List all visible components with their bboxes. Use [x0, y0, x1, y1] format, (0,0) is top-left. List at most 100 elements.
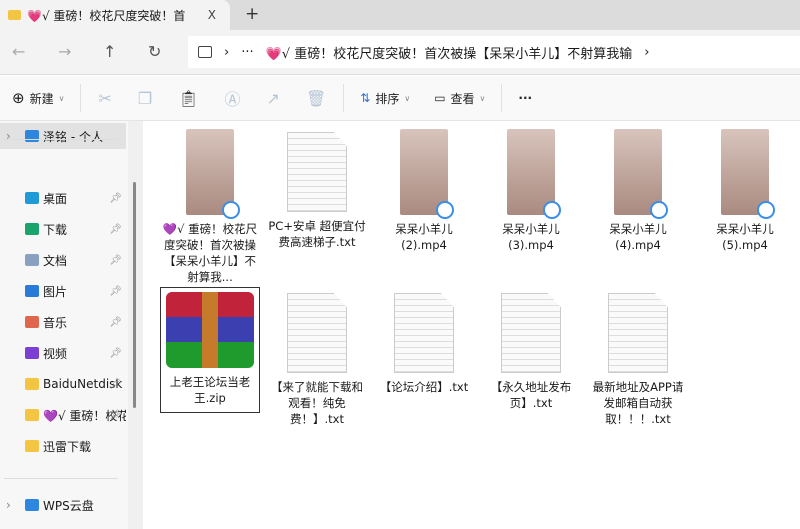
- file-name: 呆呆小羊儿(4).mp4: [609, 222, 667, 252]
- sort-icon: ⇅: [360, 91, 371, 105]
- close-tab-button[interactable]: X: [208, 8, 216, 22]
- cut-icon[interactable]: ✂: [85, 89, 124, 108]
- file-item[interactable]: 呆呆小羊儿(5).mp4: [695, 129, 795, 253]
- view-button[interactable]: ▭ 查看 ∨: [422, 90, 497, 107]
- text-file-icon: [394, 293, 454, 373]
- pin-icon[interactable]: 📌︎: [109, 348, 122, 359]
- file-item[interactable]: 【论坛介绍】.txt: [374, 287, 474, 395]
- paste-icon[interactable]: 📋︎: [165, 89, 211, 108]
- refresh-button[interactable]: ↻: [148, 42, 161, 61]
- pin-icon[interactable]: 📌︎: [109, 224, 122, 235]
- video-thumbnail: [721, 129, 775, 219]
- pin-icon[interactable]: 📌︎: [109, 255, 122, 266]
- sort-button[interactable]: ⇅ 排序 ∨: [348, 90, 422, 107]
- new-tab-button[interactable]: +: [245, 4, 259, 24]
- sidebar-item[interactable]: BaiduNetdisk 📌︎: [0, 371, 126, 397]
- sidebar-label: 下载: [43, 222, 68, 237]
- view-icon: ▭: [434, 91, 446, 105]
- sidebar-label: 泽铭 - 个人: [43, 129, 103, 144]
- pin-icon[interactable]: 📌︎: [109, 317, 122, 328]
- player-badge-icon: [436, 201, 454, 219]
- sidebar-icon: [25, 254, 39, 266]
- sidebar-icon: [25, 378, 39, 390]
- text-file-icon: [287, 132, 347, 212]
- sidebar-icon: [25, 192, 39, 204]
- sidebar-label: 图片: [43, 284, 68, 299]
- sidebar-item[interactable]: 💜√ 重磅！校花 📌︎: [0, 402, 126, 428]
- divider: [4, 478, 118, 479]
- file-view: 💜√ 重磅！校花尺度突破！首次被操【呆呆小羊儿】不射算我... PC+安卓 超便宜…: [143, 121, 800, 529]
- file-item[interactable]: 💜√ 重磅！校花尺度突破！首次被操【呆呆小羊儿】不射算我...: [160, 129, 260, 285]
- player-badge-icon: [757, 201, 775, 219]
- pin-icon[interactable]: 📌︎: [109, 193, 122, 204]
- video-thumbnail: [507, 129, 561, 219]
- sidebar-item[interactable]: 音乐 📌︎: [0, 309, 126, 335]
- new-button[interactable]: ⊕ 新建 ∨: [0, 89, 76, 107]
- more-options-button[interactable]: ···: [506, 91, 544, 105]
- winrar-archive-icon: [166, 292, 254, 368]
- file-name: PC+安卓 超便宜付费高速梯子.txt: [268, 219, 366, 249]
- divider: [4, 139, 118, 140]
- plus-circle-icon: ⊕: [12, 89, 25, 107]
- sidebar-item[interactable]: › 泽铭 - 个人: [0, 123, 126, 149]
- breadcrumb-more[interactable]: ···: [241, 45, 253, 60]
- file-item[interactable]: 呆呆小羊儿(4).mp4: [588, 129, 688, 253]
- text-file-icon: [501, 293, 561, 373]
- forward-button[interactable]: →: [58, 42, 71, 61]
- sidebar-icon: [25, 347, 39, 359]
- file-item[interactable]: 【永久地址发布页】.txt: [481, 287, 581, 411]
- sidebar-icon: [25, 285, 39, 297]
- sidebar-item[interactable]: 图片 📌︎: [0, 278, 126, 304]
- sidebar-item[interactable]: › WPS云盘: [0, 492, 126, 518]
- file-item[interactable]: 【来了就能下载和观看！纯免费！】.txt: [267, 287, 367, 427]
- pin-icon[interactable]: 📌︎: [109, 286, 122, 297]
- file-item[interactable]: PC+安卓 超便宜付费高速梯子.txt: [267, 129, 367, 250]
- delete-icon[interactable]: 🗑︎: [293, 89, 339, 108]
- navigation-pane: › 泽铭 - 个人 桌面 📌︎ 下载 📌︎ 文档 📌︎ 图片 📌︎ 音乐 📌︎ 视频 📌︎ BaiduNet…: [0, 121, 128, 529]
- sidebar-icon: [25, 130, 39, 142]
- file-item[interactable]: 呆呆小羊儿(2).mp4: [374, 129, 474, 253]
- file-item[interactable]: 上老王论坛当老王.zip: [160, 287, 260, 413]
- rename-icon[interactable]: Ⓐ: [212, 86, 254, 110]
- sidebar-item[interactable]: 文档 📌︎: [0, 247, 126, 273]
- file-name: 💜√ 重磅！校花尺度突破！首次被操【呆呆小羊儿】不射算我...: [162, 222, 258, 284]
- pin-icon[interactable]: 📌︎: [109, 410, 122, 421]
- sidebar-item[interactable]: 迅雷下载: [0, 433, 126, 459]
- sidebar-item[interactable]: 下载 📌︎: [0, 216, 126, 242]
- sidebar-icon: [25, 440, 39, 452]
- command-bar: ⊕ 新建 ∨ ✂ ❐ 📋︎ Ⓐ ↗ 🗑︎ ⇅ 排序 ∨ ▭ 查看 ∨ ···: [0, 76, 800, 121]
- breadcrumb-current[interactable]: 💗√ 重磅！校花尺度突破！首次被操【呆呆小羊儿】不射算我输: [266, 43, 633, 62]
- sidebar-item[interactable]: 视频 📌︎: [0, 340, 126, 366]
- video-thumbnail: [614, 129, 668, 219]
- file-name: 【论坛介绍】.txt: [379, 380, 469, 394]
- tab-title: 💗√ 重磅！校花尺度突破！首: [27, 8, 186, 23]
- up-button[interactable]: ↑: [103, 42, 116, 61]
- breadcrumb-chevron[interactable]: ›: [644, 45, 649, 60]
- file-item[interactable]: 呆呆小羊儿(3).mp4: [481, 129, 581, 253]
- computer-icon: [198, 46, 212, 58]
- sidebar-label: 桌面: [43, 191, 68, 206]
- sidebar-item[interactable]: 桌面 📌︎: [0, 185, 126, 211]
- tab-bar: 💗√ 重磅！校花尺度突破！首 X +: [0, 0, 800, 30]
- text-file-icon: [608, 293, 668, 373]
- breadcrumb-separator: ›: [224, 44, 230, 60]
- sidebar-icon: [25, 409, 39, 421]
- tab-active[interactable]: 💗√ 重磅！校花尺度突破！首 X: [0, 0, 230, 30]
- new-label: 新建: [29, 91, 54, 106]
- video-thumbnail: [186, 129, 240, 219]
- back-button[interactable]: ←: [12, 42, 25, 61]
- file-item[interactable]: 最新地址及APP请发邮箱自动获取！！！.txt: [588, 287, 688, 427]
- pin-icon[interactable]: 📌︎: [109, 379, 122, 390]
- folder-icon: [8, 10, 21, 20]
- file-name: 上老王论坛当老王.zip: [169, 375, 251, 405]
- copy-icon[interactable]: ❐: [125, 89, 165, 108]
- address-bar[interactable]: › ··· 💗√ 重磅！校花尺度突破！首次被操【呆呆小羊儿】不射算我输 ›: [188, 36, 800, 68]
- navigation-bar: ← → ↑ ↻ › ··· 💗√ 重磅！校花尺度突破！首次被操【呆呆小羊儿】不射…: [0, 30, 800, 75]
- file-name: 最新地址及APP请发邮箱自动获取！！！.txt: [592, 380, 684, 426]
- share-icon[interactable]: ↗: [254, 89, 293, 108]
- sidebar-label: 视频: [43, 346, 68, 361]
- sidebar-scrollbar[interactable]: [128, 121, 143, 529]
- file-name: 【来了就能下载和观看！纯免费！】.txt: [271, 380, 363, 426]
- sidebar-icon: [25, 223, 39, 235]
- sidebar-label: 迅雷下载: [43, 439, 92, 454]
